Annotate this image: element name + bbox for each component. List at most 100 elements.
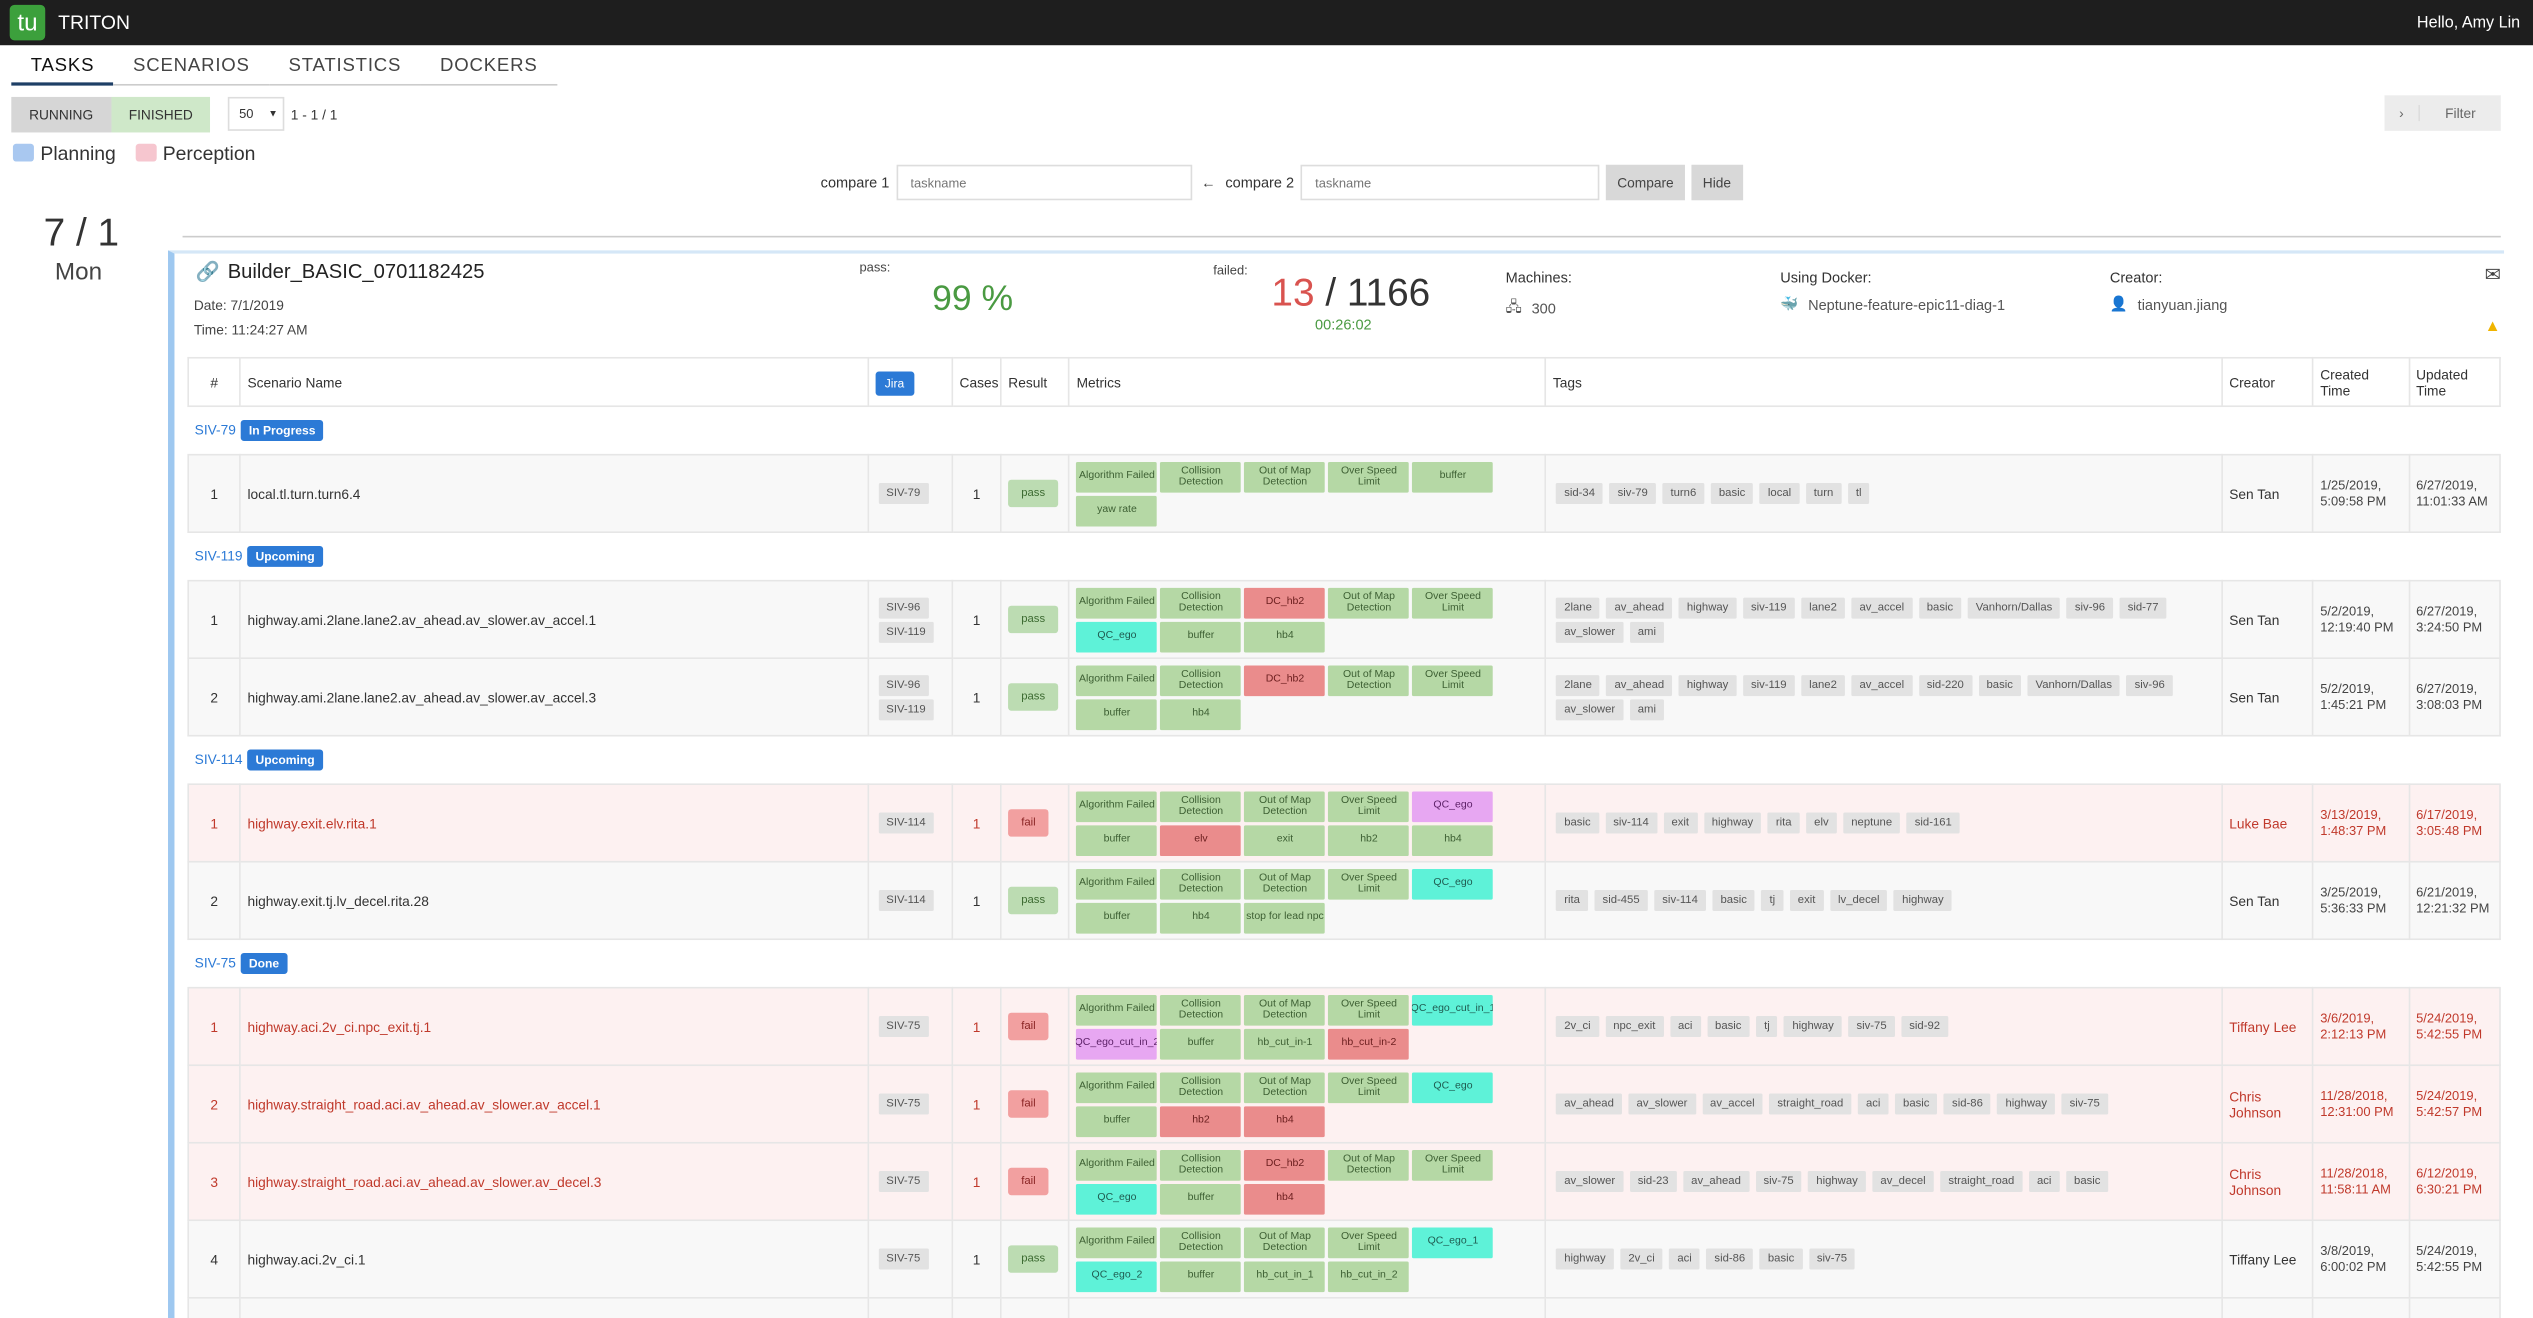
metric-chip[interactable]: buffer bbox=[1160, 1028, 1242, 1059]
group-jira-link[interactable]: SIV-119 bbox=[195, 548, 243, 564]
tag-chip[interactable]: av_slower bbox=[1556, 698, 1624, 720]
tag-chip[interactable]: Vanhorn/Dallas bbox=[2027, 674, 2121, 696]
metric-chip[interactable]: buffer bbox=[1076, 698, 1158, 730]
table-row[interactable]: 1 highway.aci.2v_ci.npc_exit.tj.1 SIV-75 1 f… bbox=[187, 986, 2501, 1067]
result-badge[interactable]: fail bbox=[1008, 1012, 1049, 1041]
metric-chip[interactable]: Over Speed Limit bbox=[1328, 1226, 1410, 1258]
tag-chip[interactable]: sid-23 bbox=[1629, 1171, 1677, 1193]
tag-chip[interactable]: aci bbox=[1669, 1248, 1700, 1270]
result-badge[interactable]: pass bbox=[1008, 683, 1059, 711]
scenario-name[interactable]: highway.ami.2lane.lane2.av_ahead.av_slow… bbox=[239, 579, 869, 660]
scenario-name[interactable]: highway.ami.2lane.lane2.av_ahead.av_slow… bbox=[239, 657, 869, 737]
tag-chip[interactable]: npc_exit bbox=[1605, 1015, 1664, 1037]
metric-chip[interactable]: Over Speed Limit bbox=[1328, 790, 1410, 822]
table-row[interactable]: 4 highway.aci.2v_ci.1 SIV-75 1 pass Algorithm… bbox=[187, 1219, 2501, 1299]
chevron-up-icon[interactable]: ▲ bbox=[2485, 318, 2501, 336]
scenario-name[interactable]: highway.aci.2v_ci.1 bbox=[239, 1219, 869, 1299]
jira-chip[interactable]: SIV-114 bbox=[878, 812, 934, 834]
metric-chip[interactable]: Algorithm Failed bbox=[1076, 461, 1158, 492]
metric-chip[interactable]: hb4 bbox=[1160, 698, 1242, 730]
metric-chip[interactable]: QC_ego_cut_in_2 bbox=[1076, 1028, 1158, 1059]
metric-chip[interactable]: Out of Map Detection bbox=[1328, 1149, 1410, 1180]
tag-chip[interactable]: basic bbox=[1918, 596, 1962, 618]
metric-chip[interactable]: exit bbox=[1244, 824, 1326, 856]
tag-chip[interactable]: av_slower bbox=[1556, 1171, 1624, 1193]
tag-chip[interactable]: 2v_ci bbox=[1620, 1248, 1663, 1270]
tag-chip[interactable]: siv-75 bbox=[1808, 1248, 1856, 1270]
hide-button[interactable]: Hide bbox=[1691, 164, 1743, 201]
tag-chip[interactable]: turn bbox=[1805, 482, 1842, 504]
metric-chip[interactable]: QC_ego bbox=[1412, 790, 1494, 822]
metric-chip[interactable]: Collision Detection bbox=[1160, 587, 1242, 618]
metric-chip[interactable]: buffer bbox=[1160, 1183, 1242, 1214]
jira-chip[interactable]: SIV-96 bbox=[878, 596, 929, 618]
tag-chip[interactable]: sid-92 bbox=[1901, 1015, 1949, 1037]
table-row[interactable]: 2 highway.straight_road.aci.av_ahead.av_s… bbox=[187, 1064, 2501, 1144]
jira-chip[interactable]: SIV-75 bbox=[878, 1015, 929, 1037]
result-badge[interactable]: pass bbox=[1008, 886, 1059, 915]
metric-chip[interactable]: Over Speed Limit bbox=[1412, 1149, 1494, 1180]
failed-count[interactable]: 13 bbox=[1271, 271, 1314, 315]
tag-chip[interactable]: ami bbox=[1629, 698, 1665, 720]
tag-chip[interactable]: siv-75 bbox=[2061, 1093, 2108, 1115]
finished-button[interactable]: FINISHED bbox=[110, 96, 211, 133]
metric-chip[interactable]: Collision Detection bbox=[1160, 1149, 1242, 1180]
metric-chip[interactable]: Out of Map Detection bbox=[1328, 664, 1410, 696]
tag-chip[interactable]: lane2 bbox=[1801, 674, 1845, 696]
table-row[interactable]: 1 highway.ami.2lane.lane2.av_ahead.av_slo… bbox=[187, 579, 2501, 660]
scenario-name[interactable]: highway.straight_road.aci.av_ahead.av_sl… bbox=[239, 1064, 869, 1144]
tag-chip[interactable]: siv-75 bbox=[1755, 1171, 1802, 1193]
compare1-input[interactable] bbox=[895, 164, 1192, 201]
table-row[interactable]: 2 highway.exit.tj.lv_decel.rita.28 SIV-114… bbox=[187, 860, 2501, 941]
table-row[interactable]: 1 local.tl.turn.turn6.4 SIV-79 1 pass Algorit… bbox=[187, 453, 2501, 534]
scenario-name[interactable]: local.tl.turn.turn6.4 bbox=[239, 453, 869, 534]
metric-chip[interactable]: Over Speed Limit bbox=[1412, 587, 1494, 618]
tag-chip[interactable]: basic bbox=[1710, 482, 1754, 504]
jira-chip[interactable]: SIV-119 bbox=[878, 698, 934, 720]
jira-header-badge[interactable]: Jira bbox=[874, 370, 914, 395]
metric-chip[interactable]: buffer bbox=[1160, 621, 1242, 652]
group-jira-link[interactable]: SIV-75 bbox=[195, 955, 236, 971]
metric-chip[interactable]: DC_hb2 bbox=[1244, 1149, 1326, 1180]
tag-chip[interactable]: siv-114 bbox=[1654, 889, 1706, 911]
running-button[interactable]: RUNNING bbox=[11, 96, 111, 133]
metric-chip[interactable]: DC_hb2 bbox=[1244, 587, 1326, 618]
tag-chip[interactable]: av_decel bbox=[1872, 1171, 1934, 1193]
jira-chip[interactable]: SIV-75 bbox=[878, 1093, 929, 1115]
tag-chip[interactable]: lv_decel bbox=[1829, 889, 1888, 911]
tag-chip[interactable]: straight_road bbox=[1769, 1093, 1852, 1115]
metric-chip[interactable]: hb4 bbox=[1244, 621, 1326, 652]
metric-chip[interactable]: buffer bbox=[1076, 1105, 1158, 1137]
tab-statistics[interactable]: STATISTICS bbox=[269, 53, 421, 86]
metric-chip[interactable]: Out of Map Detection bbox=[1244, 1071, 1326, 1103]
metric-chip[interactable]: Out of Map Detection bbox=[1244, 1226, 1326, 1258]
metric-chip[interactable]: Collision Detection bbox=[1160, 1071, 1242, 1103]
metric-chip[interactable]: Collision Detection bbox=[1160, 664, 1242, 696]
metric-chip[interactable]: Collision Detection bbox=[1160, 994, 1242, 1025]
table-row[interactable]: 5 AlgorithmCollisionDC_hb2Out of MapOver … bbox=[187, 1297, 2501, 1318]
metric-chip[interactable]: hb_cut_in_2 bbox=[1328, 1260, 1410, 1292]
tag-chip[interactable]: basic bbox=[1556, 812, 1599, 834]
tag-chip[interactable]: basic bbox=[1712, 889, 1755, 911]
tag-chip[interactable]: exit bbox=[1789, 889, 1824, 911]
metric-chip[interactable]: Over Speed Limit bbox=[1328, 1071, 1410, 1103]
col-jira[interactable]: Jira bbox=[866, 356, 954, 408]
tag-chip[interactable]: aci bbox=[1669, 1015, 1701, 1037]
result-badge[interactable]: pass bbox=[1008, 605, 1059, 634]
task-title[interactable]: 🔗 Builder_BASIC_0701182425 bbox=[195, 260, 484, 283]
scenario-name[interactable]: highway.exit.elv.rita.1 bbox=[239, 783, 869, 863]
tag-chip[interactable]: sid-77 bbox=[2119, 596, 2167, 618]
metric-chip[interactable]: elv bbox=[1160, 824, 1242, 856]
metric-chip[interactable]: buffer bbox=[1412, 461, 1494, 492]
tag-chip[interactable]: highway bbox=[1678, 596, 1737, 618]
tag-chip[interactable]: 2lane bbox=[1556, 596, 1600, 618]
metric-chip[interactable]: QC_ego_1 bbox=[1412, 1226, 1494, 1258]
compare2-input[interactable] bbox=[1300, 164, 1600, 201]
tag-chip[interactable]: tl bbox=[1847, 482, 1870, 504]
tag-chip[interactable]: lane2 bbox=[1801, 596, 1845, 618]
tag-chip[interactable]: av_ahead bbox=[1683, 1171, 1749, 1193]
metric-chip[interactable]: QC_ego bbox=[1076, 1183, 1158, 1214]
scenario-name[interactable]: highway.straight_road.aci.av_ahead.av_sl… bbox=[239, 1141, 869, 1222]
tag-chip[interactable]: ami bbox=[1629, 621, 1665, 643]
metric-chip[interactable]: hb4 bbox=[1244, 1183, 1326, 1214]
